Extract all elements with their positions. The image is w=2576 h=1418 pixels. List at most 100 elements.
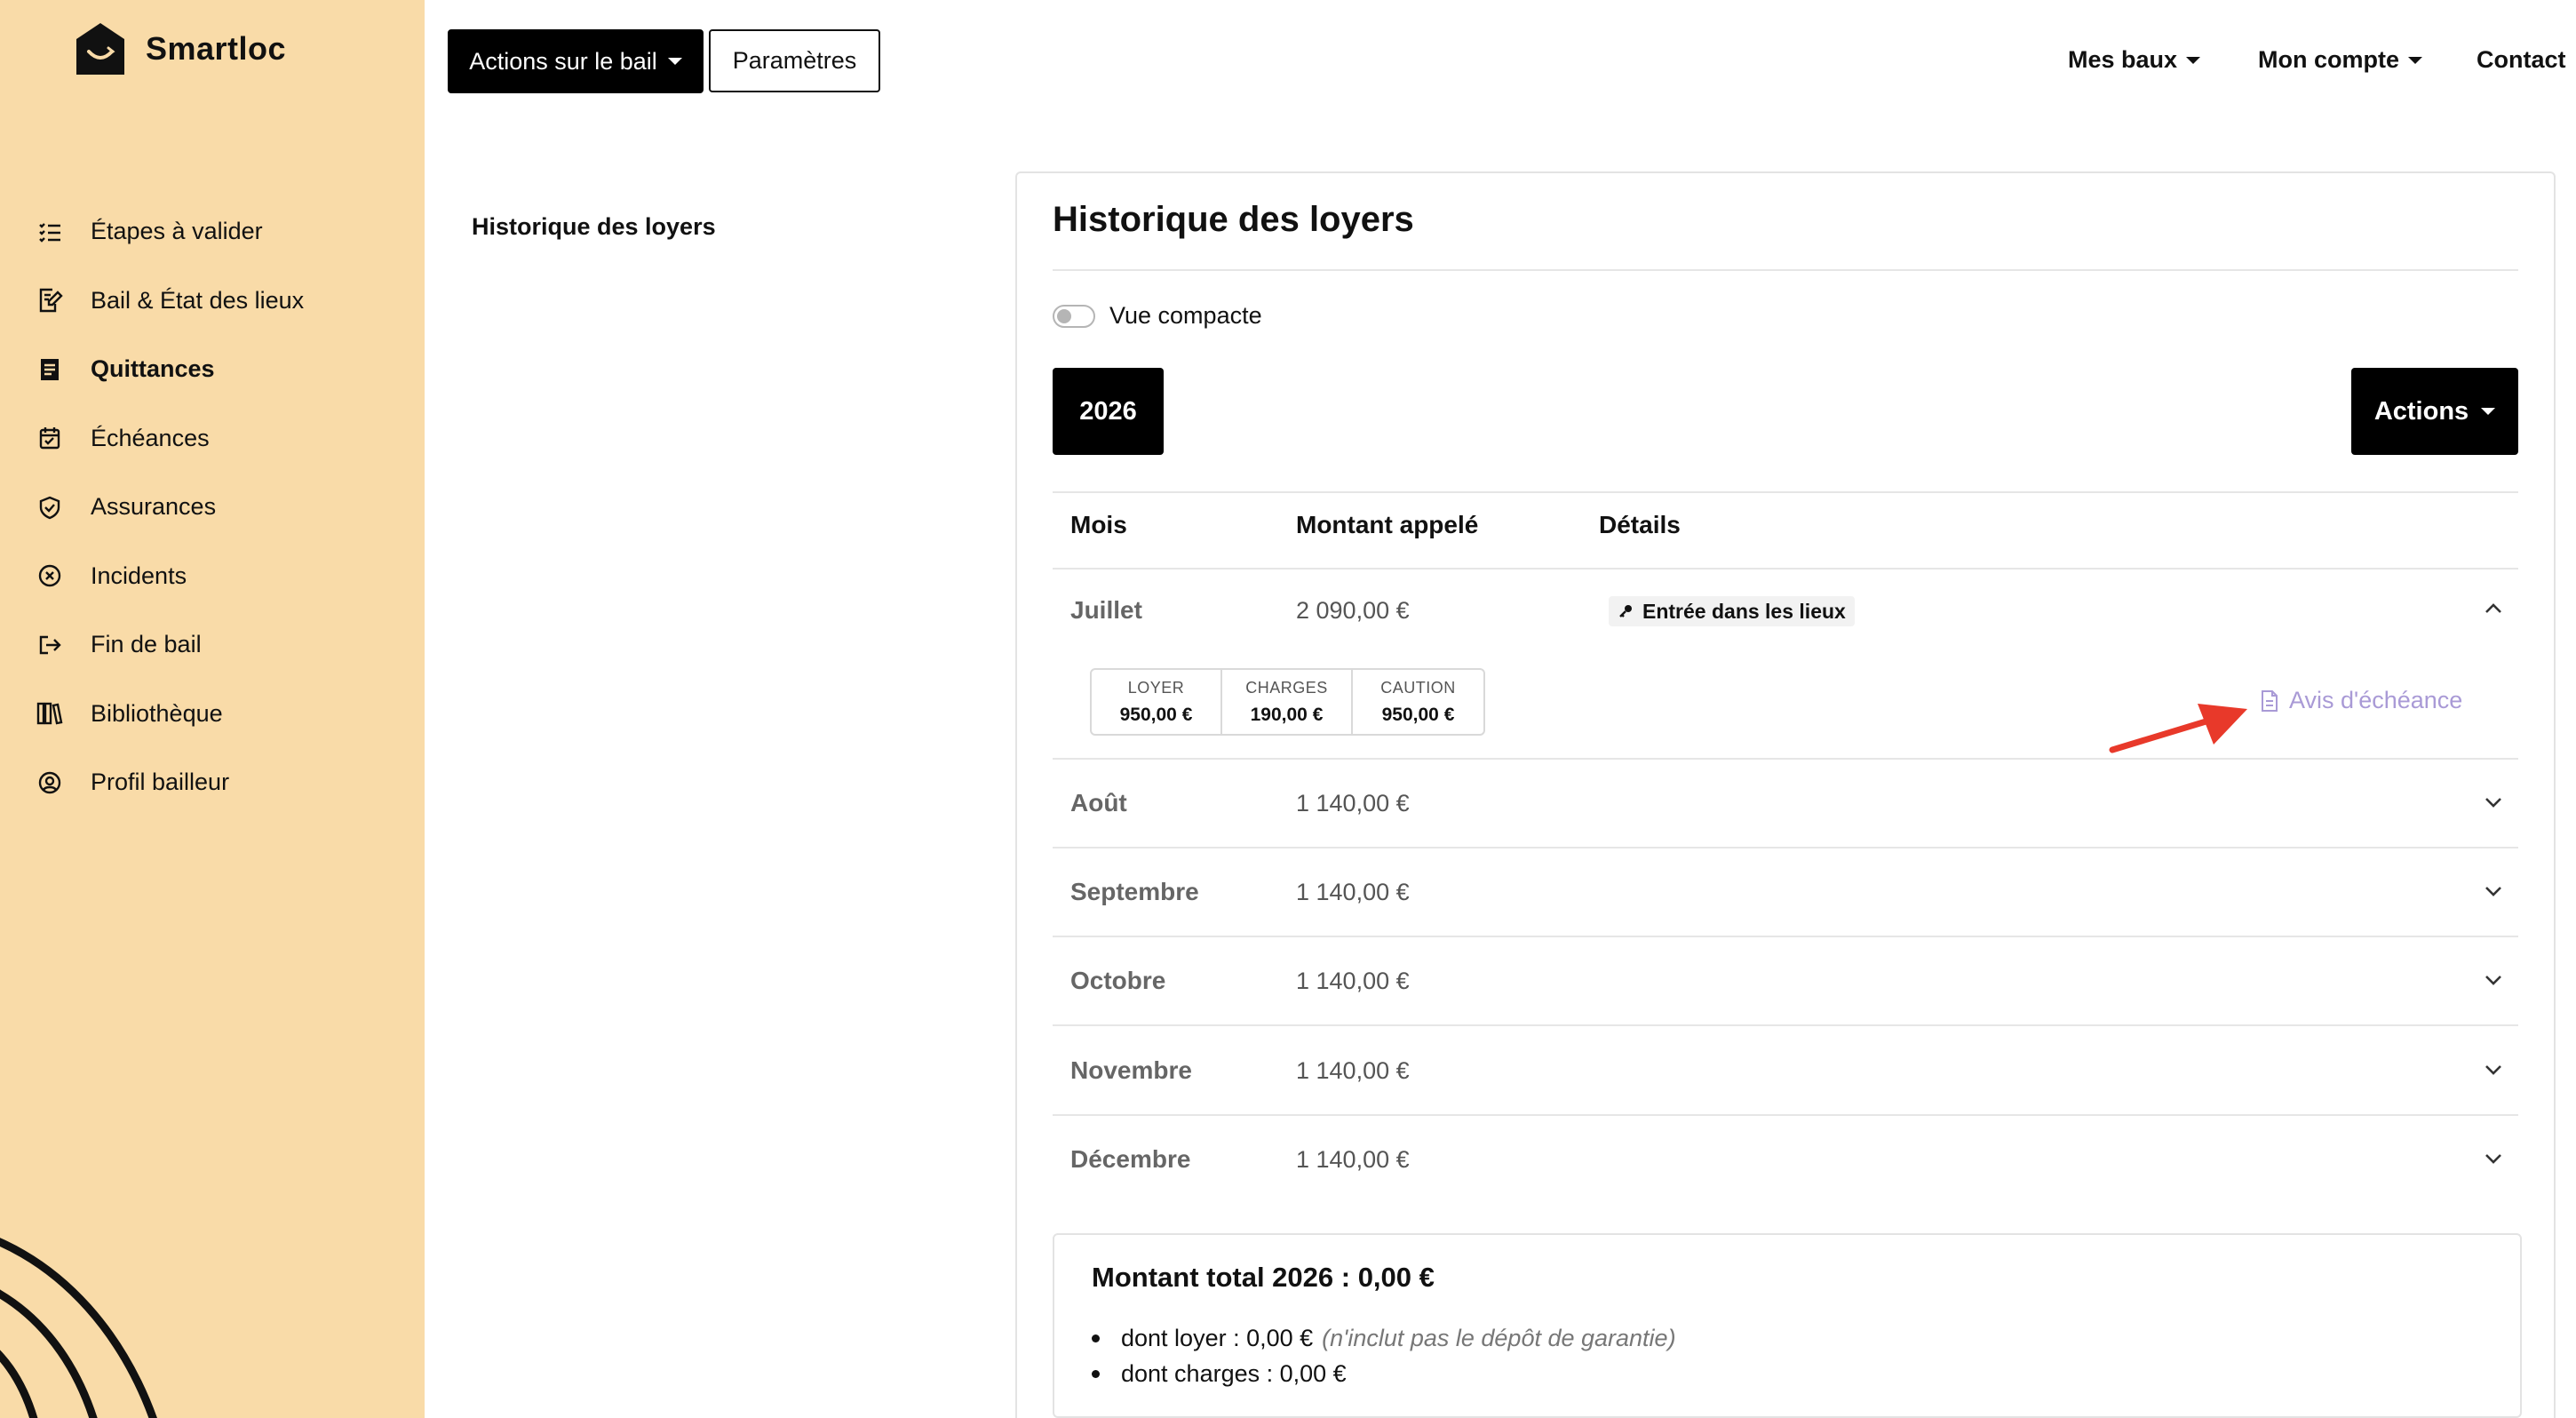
row-month: Septembre xyxy=(1070,878,1199,905)
divider xyxy=(1053,269,2518,271)
house-logo-icon xyxy=(76,23,124,75)
nav-contact[interactable]: Contact xyxy=(2477,46,2566,74)
row-amount: 1 140,00 € xyxy=(1296,968,1410,994)
calendar-check-icon xyxy=(36,424,64,452)
sidebar-item-bail[interactable]: Bail & État des lieux xyxy=(36,267,409,336)
sidebar-item-fin-de-bail[interactable]: Fin de bail xyxy=(36,610,409,680)
avis-echeance-label: Avis d'échéance xyxy=(2289,687,2463,713)
nav-contact-label: Contact xyxy=(2477,46,2566,73)
toggle-switch[interactable] xyxy=(1053,304,1095,328)
caret-down-icon xyxy=(667,58,682,65)
sidebar-item-label: Incidents xyxy=(91,562,187,589)
sidebar-item-label: Fin de bail xyxy=(91,631,202,658)
chevron-down-icon[interactable] xyxy=(2481,1057,2506,1082)
nav-mes-baux-label: Mes baux xyxy=(2068,46,2178,73)
breakdown-charges: CHARGES 190,00 € xyxy=(1222,670,1353,734)
table-row[interactable] xyxy=(1053,760,2518,847)
shield-check-icon xyxy=(36,493,64,522)
nav-mon-compte[interactable]: Mon compte xyxy=(2258,46,2422,74)
sidebar-item-echeances[interactable]: Échéances xyxy=(36,404,409,474)
row-month: Octobre xyxy=(1070,967,1166,994)
breakdown-value: 950,00 € xyxy=(1119,704,1193,725)
chevron-down-icon[interactable] xyxy=(2481,1146,2506,1171)
row-month: Novembre xyxy=(1070,1056,1192,1084)
document-icon xyxy=(2262,689,2278,712)
chevron-down-icon[interactable] xyxy=(2481,879,2506,904)
nav-mes-baux[interactable]: Mes baux xyxy=(2068,46,2201,74)
checklist-icon xyxy=(36,218,64,246)
detail-badge-label: Entrée dans les lieux xyxy=(1642,599,1846,623)
annotation-arrow-icon xyxy=(2109,704,2247,753)
caret-down-icon xyxy=(2186,56,2201,64)
sidebar-item-etapes[interactable]: Étapes à valider xyxy=(36,197,409,267)
table-row[interactable] xyxy=(1053,937,2518,1024)
caret-down-icon xyxy=(2408,56,2422,64)
sidebar-item-label: Quittances xyxy=(91,355,215,383)
detail-badge: Entrée dans les lieux xyxy=(1609,596,1855,626)
chevron-up-icon[interactable] xyxy=(2481,596,2506,621)
compact-view-label: Vue compacte xyxy=(1109,302,1262,329)
sidebar-item-label: Échéances xyxy=(91,424,210,451)
breakdown-value: 950,00 € xyxy=(1381,704,1455,725)
key-icon xyxy=(1619,605,1632,617)
actions-sur-le-bail-button[interactable]: Actions sur le bail xyxy=(448,29,704,93)
sidebar-item-assurances[interactable]: Assurances xyxy=(36,473,409,542)
row-amount: 1 140,00 € xyxy=(1296,1057,1410,1084)
total-loyer-item: dont loyer : 0,00 € (n'inclut pas le dép… xyxy=(1092,1320,1676,1356)
parametres-label: Paramètres xyxy=(732,47,857,74)
total-charges-item: dont charges : 0,00 € xyxy=(1092,1356,1676,1391)
breakdown-loyer: LOYER 950,00 € xyxy=(1092,670,1222,734)
total-title: Montant total 2026 : 0,00 € xyxy=(1092,1262,1435,1293)
decorative-arcs xyxy=(0,1238,157,1418)
table-row[interactable] xyxy=(1053,1116,2518,1203)
avis-echeance-link[interactable]: Avis d'échéance xyxy=(2261,687,2462,714)
sidebar-item-label: Bail & État des lieux xyxy=(91,286,305,314)
chevron-down-icon[interactable] xyxy=(2481,968,2506,992)
chevron-down-icon[interactable] xyxy=(2481,790,2506,815)
actions-label: Actions xyxy=(2373,396,2469,426)
bullet xyxy=(1092,1334,1100,1342)
card-title: Historique des loyers xyxy=(1053,200,1414,239)
table-top-border xyxy=(1053,491,2518,493)
breakdown-label: CAUTION xyxy=(1380,678,1456,697)
brand-logo[interactable]: Smartloc xyxy=(71,20,286,78)
breakdown-label: CHARGES xyxy=(1245,678,1328,697)
sidebar-nav: Étapes à valider Bail & État des lieux Q… xyxy=(36,197,409,817)
caret-down-icon xyxy=(2481,408,2496,415)
sidebar-item-label: Étapes à valider xyxy=(91,218,263,245)
exit-arrow-icon xyxy=(36,631,64,659)
rent-breakdown: LOYER 950,00 € CHARGES 190,00 € CAUTION … xyxy=(1090,668,1485,736)
row-amount: 2 090,00 € xyxy=(1296,597,1410,624)
year-button[interactable]: 2026 xyxy=(1053,368,1164,455)
sidebar-item-profil[interactable]: Profil bailleur xyxy=(36,748,409,817)
column-header-amount: Montant appelé xyxy=(1296,511,1479,538)
sidebar-item-bibliotheque[interactable]: Bibliothèque xyxy=(36,680,409,749)
circle-x-icon xyxy=(36,562,64,590)
actions-dropdown-button[interactable]: Actions xyxy=(2351,368,2518,455)
user-circle-icon xyxy=(36,769,64,797)
row-month: Juillet xyxy=(1070,596,1142,624)
total-charges: dont charges : 0,00 € xyxy=(1121,1359,1347,1387)
brand-name: Smartloc xyxy=(146,30,287,67)
sidebar-item-quittances[interactable]: Quittances xyxy=(36,335,409,404)
breakdown-value: 190,00 € xyxy=(1250,704,1324,725)
sidebar-item-label: Assurances xyxy=(91,493,217,521)
table-row[interactable] xyxy=(1053,1026,2518,1113)
subnav-historique-link[interactable]: Historique des loyers xyxy=(472,213,716,241)
column-header-details: Détails xyxy=(1599,511,1681,538)
total-list: dont loyer : 0,00 € (n'inclut pas le dép… xyxy=(1092,1320,1676,1391)
compact-view-toggle[interactable]: Vue compacte xyxy=(1053,302,1262,330)
total-loyer: dont loyer : 0,00 € xyxy=(1121,1324,1314,1351)
table-row[interactable] xyxy=(1053,848,2518,936)
receipt-icon xyxy=(36,355,64,384)
nav-mon-compte-label: Mon compte xyxy=(2258,46,2399,73)
row-amount: 1 140,00 € xyxy=(1296,790,1410,817)
breakdown-label: LOYER xyxy=(1127,678,1185,697)
sidebar-item-incidents[interactable]: Incidents xyxy=(36,542,409,611)
sidebar: Smartloc Étapes à valider Bail & État de… xyxy=(0,0,425,1418)
sidebar-item-label: Bibliothèque xyxy=(91,699,223,727)
total-summary: Montant total 2026 : 0,00 € dont loyer :… xyxy=(1053,1233,2522,1418)
parametres-button[interactable]: Paramètres xyxy=(709,29,880,92)
books-icon xyxy=(36,699,64,728)
breakdown-caution: CAUTION 950,00 € xyxy=(1353,670,1483,734)
